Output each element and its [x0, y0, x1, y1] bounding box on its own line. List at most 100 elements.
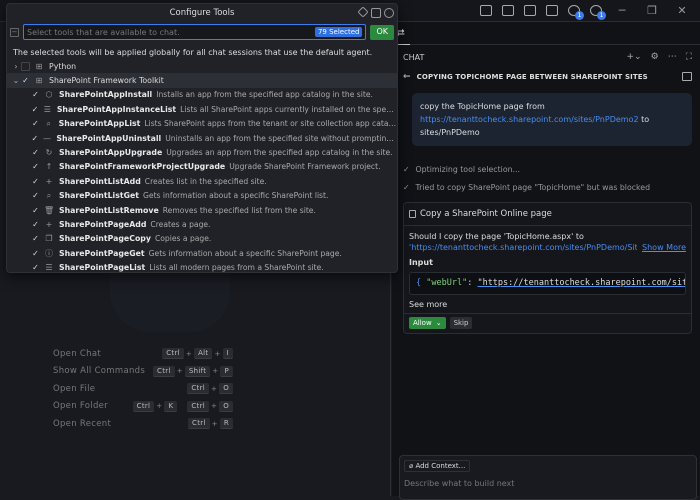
selected-count-badge: 79 Selected — [314, 27, 363, 37]
tool-checkbox[interactable]: ✓ — [31, 148, 40, 157]
toggle-panel-icon[interactable] — [524, 5, 536, 16]
tool-group-row[interactable]: ⌄ ✓ ⊞ SharePoint Framework Toolkit — [7, 73, 397, 88]
paperclip-icon: ⌀ — [409, 462, 414, 470]
split-view-icon[interactable] — [682, 72, 692, 81]
progress-text: Optimizing tool selection... — [415, 164, 520, 174]
tool-row[interactable]: ✓ + SharePointListAdd Creates list in the s… — [7, 174, 397, 188]
package-icon: ⬡ — [45, 90, 53, 100]
tool-row[interactable]: ✓ ❐ SharePointPageCopy Copies a page. — [7, 232, 397, 246]
key-cap: Ctrl — [162, 348, 184, 360]
restore-button[interactable]: ❐ — [642, 4, 662, 17]
tool-checkbox[interactable]: ✓ — [31, 134, 39, 143]
toggle-primary-sidebar-icon[interactable] — [502, 5, 514, 16]
shortcut-label[interactable]: Open Recent — [53, 419, 111, 429]
shortcut-label[interactable]: Open Chat — [53, 349, 101, 359]
tool-row[interactable]: ✓ — SharePointAppUninstall Uninstalls an ap… — [7, 131, 397, 145]
shortcut-label[interactable]: Open File — [53, 384, 95, 394]
tool-checkbox[interactable]: ✓ — [31, 105, 39, 114]
toggle-secondary-sidebar-icon[interactable] — [546, 5, 558, 16]
maximize-icon[interactable]: ⛶ — [686, 52, 692, 62]
accounts-icon[interactable] — [568, 5, 584, 20]
tool-row[interactable]: ✓ ↑ SharePointFrameworkProjectUpgrade Upgra… — [7, 160, 397, 174]
copy-icon — [409, 210, 416, 218]
extensions-icon[interactable] — [371, 8, 381, 18]
tool-row[interactable]: ✓ ⌕ SharePointListGet Gets information abou… — [7, 189, 397, 203]
chat-prompt-input[interactable] — [404, 479, 684, 488]
list-icon: ☰ — [43, 104, 51, 114]
dialog-title: Configure Tools — [7, 4, 397, 22]
tool-row[interactable]: ✓ ⌕ SharePointAppList Lists SharePoint apps… — [7, 117, 397, 131]
more-icon[interactable]: ⋯ — [668, 52, 677, 62]
key-cap: R — [219, 418, 233, 430]
tool-row[interactable]: ✓ + SharePointPageAdd Creates a page. — [7, 217, 397, 231]
new-chat-icon[interactable]: +⌄ — [627, 52, 642, 62]
shortcut-list: Open Chat Ctrl + Alt + I Show All Commands Ctrl… — [53, 345, 233, 433]
tool-checkbox[interactable]: ✓ — [31, 249, 40, 258]
group-checkbox[interactable]: ✓ — [21, 76, 30, 85]
tool-checkbox[interactable]: ✓ — [31, 263, 40, 272]
tools-filter-input[interactable]: 79 Selected — [23, 24, 367, 40]
card-url[interactable]: 'https://tenanttocheck.sharepoint.com/si… — [409, 242, 637, 253]
collapse-all-button[interactable]: − — [10, 27, 19, 37]
tool-checkbox[interactable]: ✓ — [31, 191, 40, 200]
allow-button[interactable]: Allow ⌄ — [409, 317, 446, 329]
shortcut-row[interactable]: Open Recent Ctrl + R — [53, 415, 233, 433]
customize-layout-icon[interactable] — [480, 5, 492, 16]
tool-name: SharePointAppList — [58, 119, 141, 129]
shortcut-label[interactable]: Show All Commands — [53, 366, 145, 376]
tool-checkbox[interactable]: ✓ — [31, 119, 40, 128]
key-cap: Ctrl — [132, 400, 155, 412]
chevron-down-icon[interactable]: ⌄ — [11, 76, 21, 85]
shortcut-row[interactable]: Open Folder Ctrl + K Ctrl + O — [53, 398, 233, 416]
tool-row[interactable]: ✓ ☰ SharePointPageList Lists all modern pag… — [7, 260, 397, 274]
tool-description: Installs an app from the specified app c… — [156, 90, 373, 100]
add-context-button[interactable]: ⌀ Add Context... — [404, 460, 471, 472]
see-more-link[interactable]: See more — [409, 299, 686, 310]
minus-icon: — — [43, 133, 52, 143]
dialog-note: The selected tools will be applied globa… — [13, 48, 373, 57]
back-arrow-icon[interactable]: ← — [403, 72, 411, 82]
tool-description: Gets information about a specific ShareP… — [143, 191, 329, 201]
shortcut-row[interactable]: Open File Ctrl + O — [53, 380, 233, 398]
shortcut-row[interactable]: Open Chat Ctrl + Alt + I — [53, 345, 233, 363]
manage-gear-icon[interactable] — [590, 5, 606, 20]
tool-checkbox[interactable]: ✓ — [31, 177, 40, 186]
conversation-title: COPYING TOPICHOME PAGE BETWEEN SHAREPOIN… — [416, 72, 648, 81]
minimize-button[interactable]: ─ — [612, 4, 632, 17]
shortcut-label[interactable]: Open Folder — [53, 401, 108, 411]
message-link[interactable]: https://tenanttocheck.sharepoint.com/sit… — [420, 115, 639, 124]
tool-row[interactable]: ✓ ☰ SharePointAppInstanceList Lists all Sha… — [7, 102, 397, 116]
ok-button[interactable]: OK — [370, 24, 394, 40]
mcp-icon[interactable] — [357, 6, 369, 18]
tool-checkbox[interactable]: ✓ — [31, 206, 40, 215]
allow-label: Allow — [413, 319, 432, 327]
tool-row[interactable]: ✓ 🗑 SharePointListRemove Removes the specif… — [7, 203, 397, 217]
tool-checkbox[interactable]: ✓ — [31, 90, 40, 99]
chevron-right-icon[interactable]: › — [11, 62, 21, 71]
tool-row[interactable]: ✓ ⬡ SharePointAppInstall Installs an app fr… — [7, 88, 397, 102]
skip-button[interactable]: Skip — [449, 317, 473, 329]
configure-tools-dialog: Configure Tools − 79 Selected OK The sel… — [6, 3, 398, 273]
tool-row[interactable]: ✓ ⓘ SharePointPageGet Gets information abou… — [7, 246, 397, 260]
shortcut-row[interactable]: Show All Commands Ctrl + Shift + P — [53, 363, 233, 381]
show-more-link[interactable]: Show More — [642, 242, 686, 253]
tool-name: SharePointPageCopy — [59, 234, 151, 244]
message-text-mid: to — [638, 115, 650, 124]
settings-icon[interactable]: ⚙ — [651, 52, 659, 62]
group-checkbox[interactable] — [21, 61, 30, 71]
input-code-block[interactable]: { "webUrl": "https://tenanttocheck.share… — [409, 272, 686, 295]
tool-checkbox[interactable]: ✓ — [31, 234, 40, 243]
tool-row[interactable]: ✓ ↻ SharePointAppUpgrade Upgrades an app fr… — [7, 145, 397, 159]
arrow-up-icon: ↑ — [45, 162, 53, 172]
plus-icon: + — [45, 176, 53, 186]
tool-checkbox[interactable]: ✓ — [31, 220, 40, 229]
tool-confirmation-card: Copy a SharePoint Online page Should I c… — [403, 202, 692, 334]
tool-checkbox[interactable]: ✓ — [31, 162, 40, 171]
chevron-down-icon[interactable]: ⌄ — [436, 319, 442, 327]
gear-icon[interactable] — [384, 8, 394, 18]
close-button[interactable]: ✕ — [672, 4, 692, 17]
chat-tab-icon[interactable]: ⮂ — [396, 26, 410, 45]
tool-group-row[interactable]: › ⊞ Python — [7, 59, 397, 73]
chat-header: CHAT — [403, 52, 425, 62]
tools-filter-field[interactable] — [27, 27, 315, 37]
